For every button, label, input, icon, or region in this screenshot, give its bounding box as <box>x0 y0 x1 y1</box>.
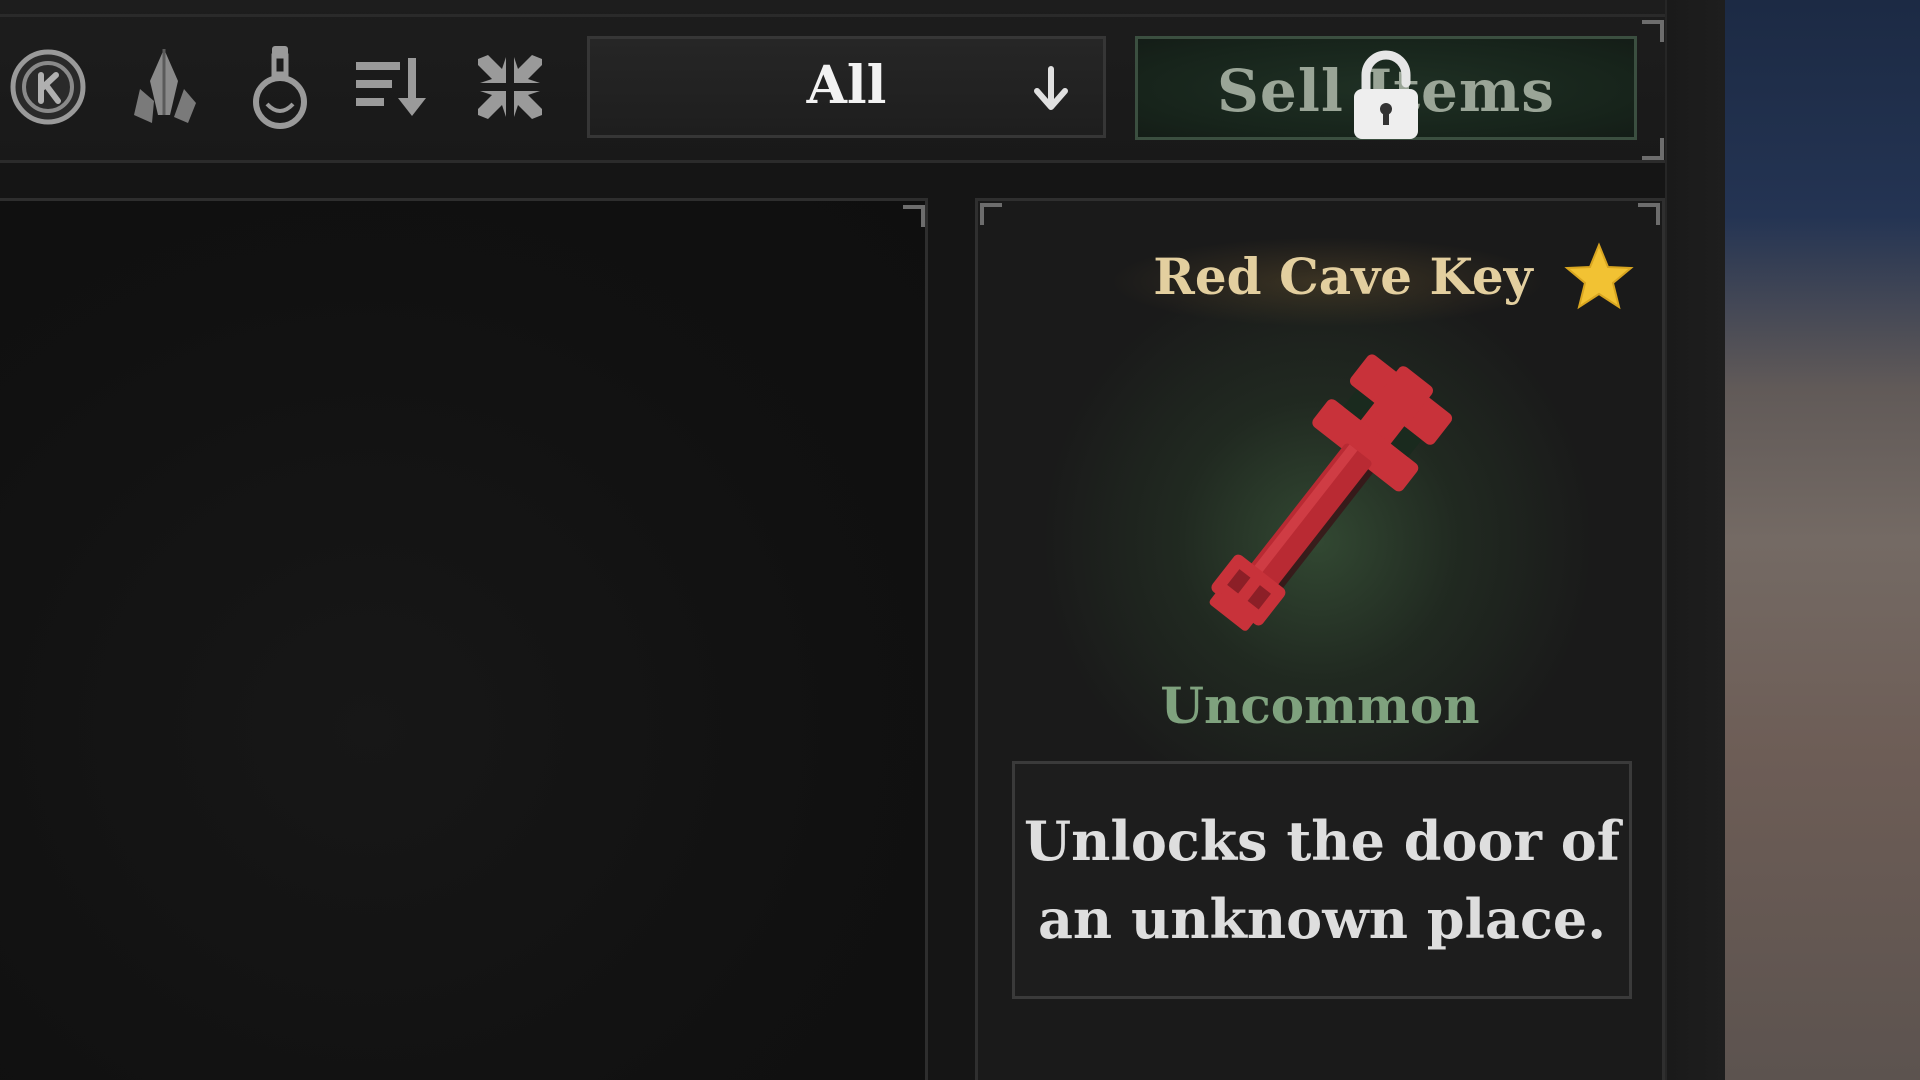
item-name: Red Cave Key <box>1153 247 1533 306</box>
inventory-grid-panel <box>0 198 928 1080</box>
frame-corner <box>1642 20 1664 42</box>
red-key-icon <box>1168 341 1468 665</box>
background-blur <box>1725 0 1920 1080</box>
category-filter-dropdown[interactable]: All <box>587 36 1106 138</box>
item-detail-panel: Red Cave Key Uncommon Unlocks the door o… <box>975 198 1665 1080</box>
lock-icon <box>1348 47 1424 147</box>
crystal-icon[interactable] <box>122 42 206 132</box>
inventory-screen: All Sell Items Red Cave Key Uncommon Unl… <box>0 0 1920 1080</box>
frame-corner <box>903 205 925 227</box>
panel-edge <box>1665 0 1727 1080</box>
filter-selected-value: All <box>806 55 887 116</box>
frame-corner <box>1638 203 1660 225</box>
frame-corner <box>1642 138 1664 160</box>
toolbar-divider <box>0 14 1665 17</box>
arrow-down-icon <box>1029 65 1073 117</box>
inventory-toolbar: All Sell Items <box>0 0 1665 163</box>
sort-icon[interactable] <box>350 42 434 132</box>
potion-icon[interactable] <box>238 42 322 132</box>
item-description-box: Unlocks the door of an unknown place. <box>1012 761 1632 999</box>
sell-items-button[interactable]: Sell Items <box>1135 36 1637 140</box>
favorite-star-icon[interactable] <box>1563 241 1635 317</box>
item-rarity: Uncommon <box>1160 676 1480 735</box>
item-description: Unlocks the door of an unknown place. <box>1023 809 1621 951</box>
coin-icon[interactable] <box>6 42 90 132</box>
frame-corner <box>980 203 1002 225</box>
collapse-icon[interactable] <box>468 42 552 132</box>
